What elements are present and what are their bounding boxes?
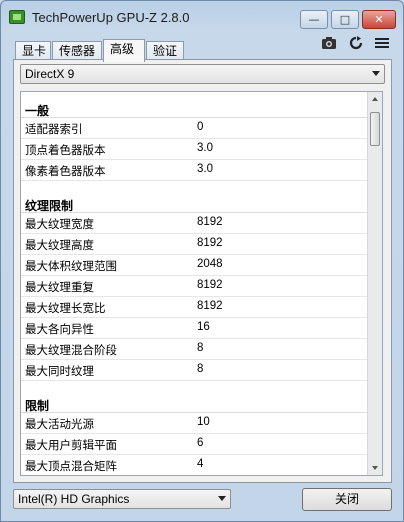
- refresh-icon[interactable]: [348, 36, 364, 50]
- gpuz-window: TechPowerUp GPU-Z 2.8.0 — □ ✕ 显卡 传感器 高级 …: [0, 0, 404, 522]
- list-item[interactable]: 像素着色器版本 3.0: [21, 160, 369, 181]
- list-item[interactable]: 最大纹理长宽比 8192: [21, 297, 369, 318]
- properties-rows: 一般 适配器索引 0 顶点着色器版本 3.0 像素着色器版本 3.0 纹理限制 最大纹…: [21, 92, 369, 475]
- menu-icon[interactable]: [374, 36, 390, 50]
- close-icon: ✕: [374, 13, 384, 26]
- minimize-button[interactable]: —: [300, 10, 328, 29]
- list-item[interactable]: 最大活动光源 10: [21, 413, 369, 434]
- list-item[interactable]: 最大顶点混合矩阵 4: [21, 455, 369, 475]
- chevron-down-icon: [218, 496, 226, 501]
- properties-list[interactable]: 一般 适配器索引 0 顶点着色器版本 3.0 像素着色器版本 3.0 纹理限制 最大纹…: [20, 91, 383, 476]
- maximize-button[interactable]: □: [331, 10, 359, 29]
- gpuz-app-icon: [9, 10, 25, 24]
- close-window-button[interactable]: ✕: [362, 10, 396, 29]
- gpu-select[interactable]: Intel(R) HD Graphics: [13, 489, 231, 509]
- list-item[interactable]: 最大纹理混合阶段 8: [21, 339, 369, 360]
- vertical-scrollbar[interactable]: [367, 92, 382, 475]
- tab-sensors[interactable]: 传感器: [52, 41, 102, 61]
- list-item[interactable]: 最大纹理宽度 8192: [21, 213, 369, 234]
- list-item[interactable]: 最大同时纹理 8: [21, 360, 369, 381]
- tab-graphics-card[interactable]: 显卡: [15, 41, 51, 61]
- title-bar[interactable]: TechPowerUp GPU-Z 2.8.0 — □ ✕: [1, 1, 403, 35]
- section-header-general: 一般: [21, 92, 369, 118]
- scroll-up-icon[interactable]: [372, 97, 378, 101]
- gpu-select-value: Intel(R) HD Graphics: [18, 492, 130, 506]
- maximize-icon: □: [339, 13, 351, 26]
- chevron-down-icon: [372, 71, 380, 76]
- scroll-thumb[interactable]: [370, 112, 380, 146]
- tab-advanced[interactable]: 高级: [103, 39, 145, 62]
- section-header-texture-limits: 纹理限制: [21, 187, 369, 213]
- camera-icon[interactable]: [321, 36, 337, 50]
- close-button[interactable]: 关闭: [302, 488, 392, 511]
- section-header-limits: 限制: [21, 387, 369, 413]
- list-item[interactable]: 最大各向异性 16: [21, 318, 369, 339]
- minimize-icon: —: [308, 13, 320, 26]
- list-item[interactable]: 顶点着色器版本 3.0: [21, 139, 369, 160]
- list-item[interactable]: 适配器索引 0: [21, 118, 369, 139]
- list-item[interactable]: 最大用户剪辑平面 6: [21, 434, 369, 455]
- list-item[interactable]: 最大体积纹理范围 2048: [21, 255, 369, 276]
- scroll-down-icon[interactable]: [372, 466, 378, 470]
- window-title: TechPowerUp GPU-Z 2.8.0: [32, 10, 190, 25]
- list-item[interactable]: 最大纹理高度 8192: [21, 234, 369, 255]
- list-item[interactable]: 最大纹理重复 8192: [21, 276, 369, 297]
- api-select-value: DirectX 9: [25, 67, 75, 81]
- api-select[interactable]: DirectX 9: [20, 64, 385, 84]
- tab-validation[interactable]: 验证: [146, 41, 184, 61]
